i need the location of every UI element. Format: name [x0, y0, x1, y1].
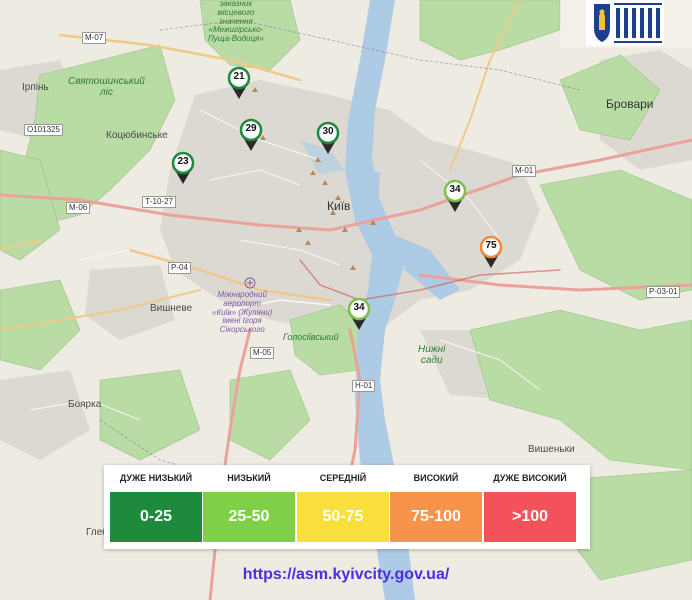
legend-high: ВИСОКИЙ 75-100 — [390, 465, 482, 545]
legend-range-box: 50-75 — [297, 492, 389, 542]
road-shield-m07: М-07 — [82, 32, 107, 44]
place-label-airport: Міжнародний аеропорт «Київ» (Жуляни) іме… — [212, 290, 273, 335]
place-label-nyzhni-sady: Нижні сади — [418, 344, 446, 366]
place-label-kyiv: Київ — [327, 199, 351, 213]
legend-range-box: 25-50 — [203, 492, 295, 542]
place-label-irpin: Ірпінь — [22, 82, 49, 93]
aq-marker-value: 30 — [322, 126, 334, 137]
road-shield-m05: М-05 — [250, 347, 275, 359]
website-url[interactable]: https://asm.kyivcity.gov.ua/ — [0, 566, 692, 584]
road-shield-m06: М-06 — [66, 202, 91, 214]
aq-marker-21[interactable]: 21 — [226, 66, 252, 100]
aq-marker-value: 75 — [485, 240, 497, 251]
road-shield-o101325: О101325 — [24, 124, 63, 136]
place-label-boiarka: Боярка — [68, 399, 102, 410]
aq-marker-value: 34 — [353, 302, 365, 313]
place-label-vyshenky: Вишеньки — [528, 444, 575, 455]
road-shield-m01: М-01 — [512, 165, 537, 177]
aq-marker-value: 29 — [245, 123, 257, 134]
place-label-brovary: Бровари — [606, 97, 654, 111]
place-label-kotsiubynske: Коцюбинське — [106, 130, 168, 141]
place-label-vyshneve: Вишневе — [150, 303, 193, 314]
legend-very-high: ДУЖЕ ВИСОКИЙ >100 — [484, 465, 576, 545]
place-label-holosiivskyi: Голосіївський — [283, 332, 339, 342]
legend-label: ДУЖЕ НИЗЬКИЙ — [119, 473, 193, 483]
place-label-mezhyhirskyi: заказник місцевого значення «Межигірсько… — [208, 0, 264, 44]
legend-label: НИЗЬКИЙ — [227, 473, 271, 483]
aq-marker-30[interactable]: 30 — [315, 121, 341, 155]
aqi-legend: ДУЖЕ НИЗЬКИЙ 0-25 НИЗЬКИЙ 25-50 СЕРЕДНІЙ… — [104, 465, 590, 549]
road-shield-h01: Н-01 — [352, 380, 376, 392]
legend-label: СЕРЕДНІЙ — [319, 473, 367, 483]
aq-marker-value: 23 — [177, 156, 189, 167]
aq-marker-34-east[interactable]: 34 — [442, 179, 468, 213]
coat-of-arms-icon — [586, 0, 664, 46]
road-shield-p0301: Р-03-01 — [646, 286, 681, 298]
aq-marker-23[interactable]: 23 — [170, 151, 196, 185]
legend-range-box: 0-25 — [110, 492, 202, 542]
legend-range-box: 75-100 — [390, 492, 482, 542]
legend-label: ДУЖЕ ВИСОКИЙ — [493, 473, 567, 483]
road-shield-t1027: Т-10-27 — [142, 196, 177, 208]
aq-marker-75[interactable]: 75 — [478, 235, 504, 269]
legend-medium: СЕРЕДНІЙ 50-75 — [297, 465, 389, 545]
aq-marker-34-south[interactable]: 34 — [346, 297, 372, 331]
legend-low: НИЗЬКИЙ 25-50 — [203, 465, 295, 545]
place-label-sviatoshynskyi-lis: Святошинський ліс — [68, 76, 145, 98]
aq-marker-29[interactable]: 29 — [238, 118, 264, 152]
legend-label: ВИСОКИЙ — [413, 473, 459, 483]
aq-marker-value: 21 — [233, 71, 245, 82]
legend-range-box: >100 — [484, 492, 576, 542]
road-shield-p04: Р-04 — [168, 262, 191, 274]
kyiv-military-administration-logo — [586, 0, 664, 46]
legend-very-low: ДУЖЕ НИЗЬКИЙ 0-25 — [110, 465, 202, 545]
aq-marker-value: 34 — [449, 184, 461, 195]
